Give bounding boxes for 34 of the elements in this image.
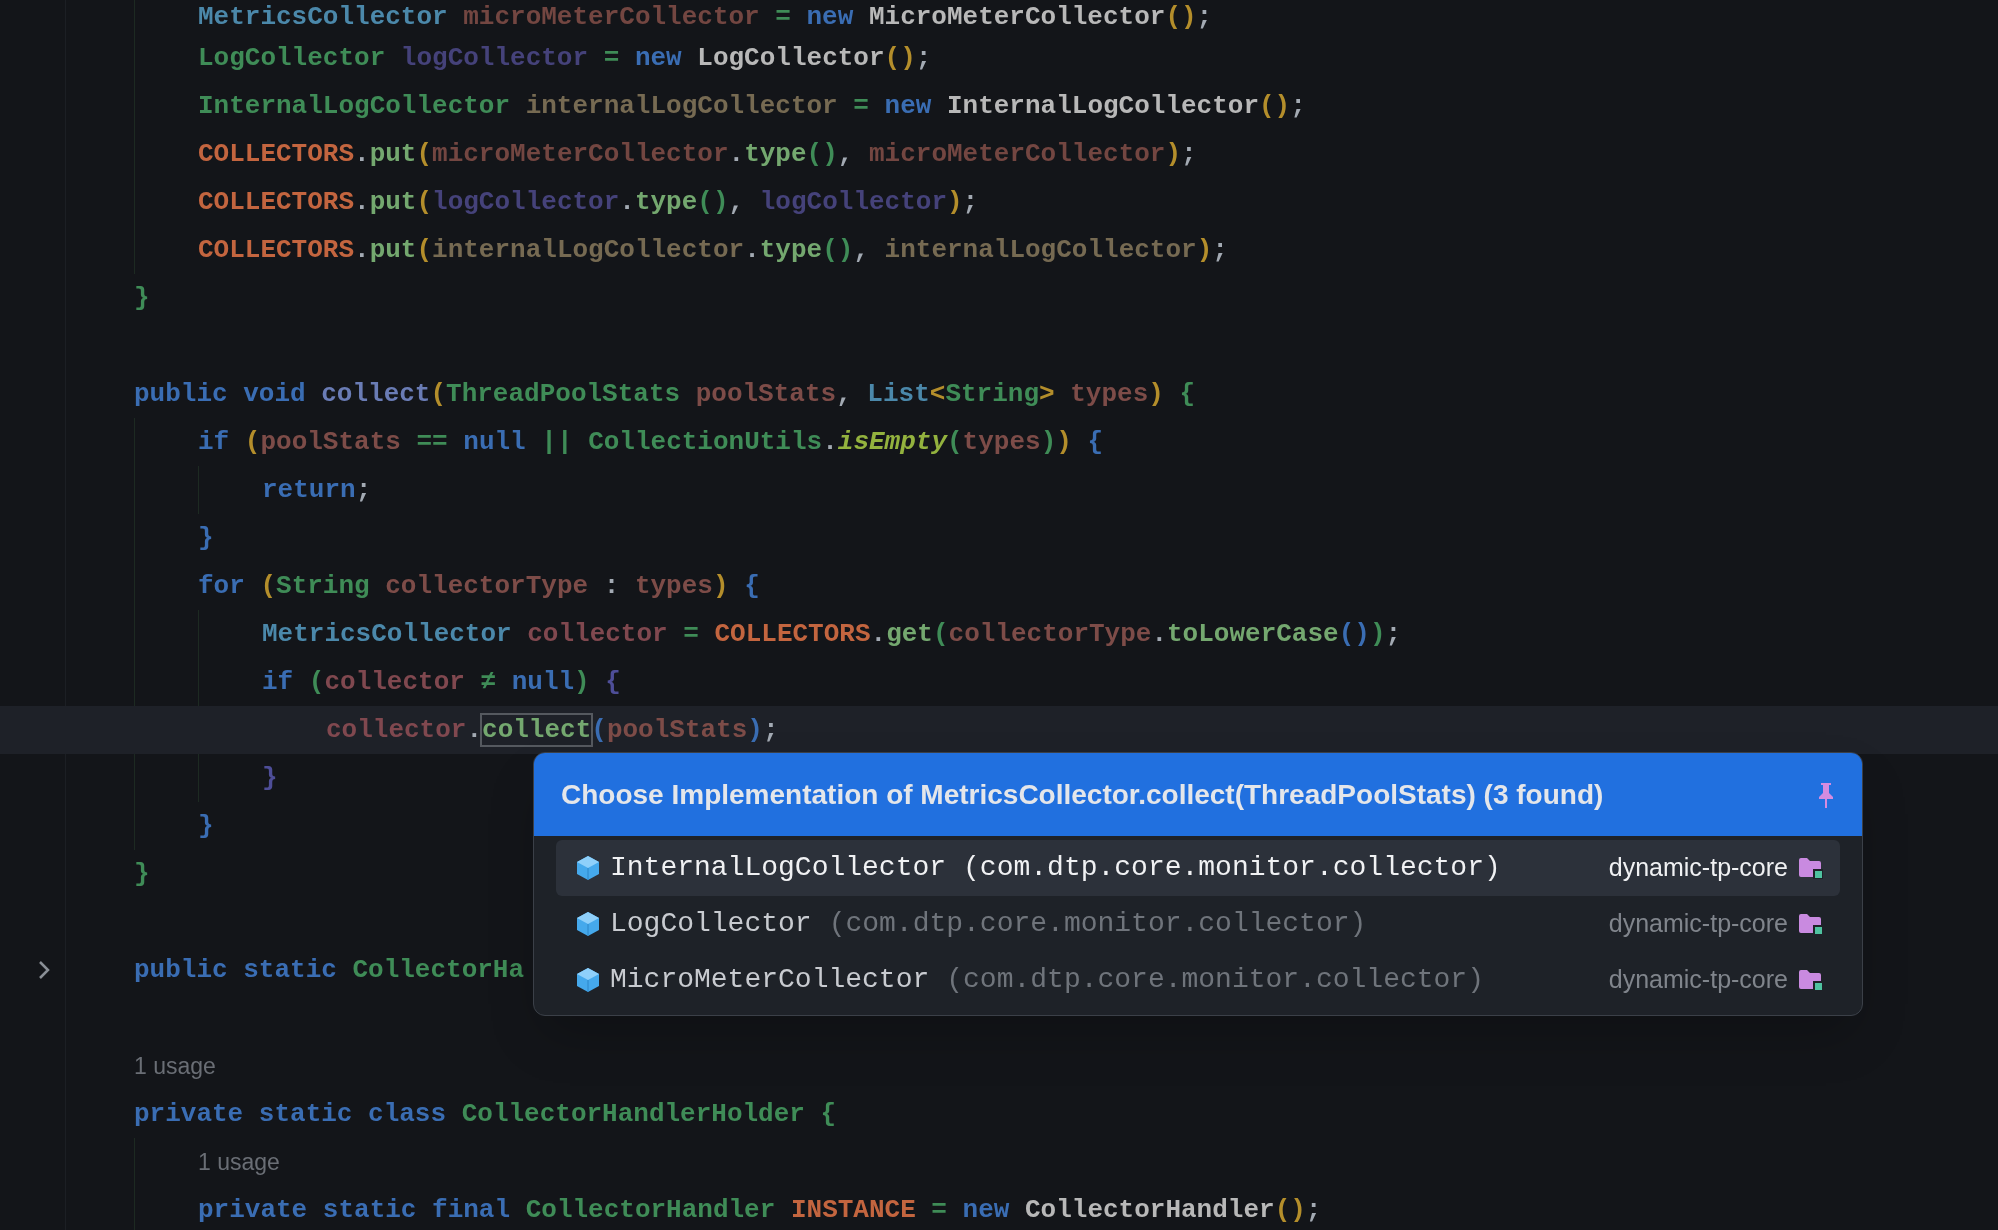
- class-icon: [576, 855, 600, 881]
- code-line: COLLECTORS.put(logCollector.type(), logCollector);: [198, 185, 979, 219]
- module-folder-icon: [1798, 857, 1824, 879]
- usage-hint: 1 usage: [134, 1051, 216, 1081]
- class-icon: [576, 911, 600, 937]
- code-line: }: [134, 857, 150, 891]
- code-line: public void collect(ThreadPoolStats poolStats, List<String> types) {: [134, 377, 1196, 411]
- code-line: }: [198, 809, 214, 843]
- code-line: public static CollectorHa: [134, 953, 525, 987]
- class-icon: [576, 967, 600, 993]
- code-line: MetricsCollector microMeterCollector = new MicroMeterCollector();: [198, 0, 1213, 34]
- code-line: COLLECTORS.put(internalLogCollector.type(), internalLogCollector);: [198, 233, 1228, 267]
- code-line: InternalLogCollector internalLogCollector = new InternalLogCollector();: [198, 89, 1306, 123]
- popup-title: Choose Implementation of MetricsCollector.collect(ThreadPoolStats) (3 found): [561, 777, 1604, 812]
- code-line: LogCollector logCollector = new LogCollector();: [198, 41, 932, 75]
- code-line: return;: [262, 473, 372, 507]
- module-folder-icon: [1798, 913, 1824, 935]
- usage-hint: 1 usage: [198, 1147, 280, 1177]
- code-line: collector.collect(poolStats);: [326, 713, 779, 747]
- module-folder-icon: [1798, 969, 1824, 991]
- code-line: for (String collectorType : types) {: [198, 569, 760, 603]
- code-line: COLLECTORS.put(microMeterCollector.type(), microMeterCollector);: [198, 137, 1197, 171]
- fold-icon[interactable]: [37, 959, 51, 981]
- code-line: }: [262, 761, 278, 795]
- implementation-item[interactable]: MicroMeterCollector (com.dtp.core.monitor.collector) dynamic-tp-core: [556, 952, 1840, 1008]
- code-line: MetricsCollector collector = COLLECTORS.get(collectorType.toLowerCase());: [262, 617, 1402, 651]
- code-line: if (collector ≠ null) {: [262, 665, 621, 699]
- implementation-item[interactable]: LogCollector (com.dtp.core.monitor.collector) dynamic-tp-core: [556, 896, 1840, 952]
- code-line: private static class CollectorHandlerHolder {: [134, 1097, 837, 1131]
- code-line: }: [134, 281, 150, 315]
- code-line: private static final CollectorHandler INSTANCE = new CollectorHandler();: [198, 1193, 1322, 1227]
- code-line: }: [198, 521, 214, 555]
- implementation-item[interactable]: InternalLogCollector (com.dtp.core.monitor.collector) dynamic-tp-core: [556, 840, 1840, 896]
- code-line: if (poolStats == null || CollectionUtils.isEmpty(types)) {: [198, 425, 1104, 459]
